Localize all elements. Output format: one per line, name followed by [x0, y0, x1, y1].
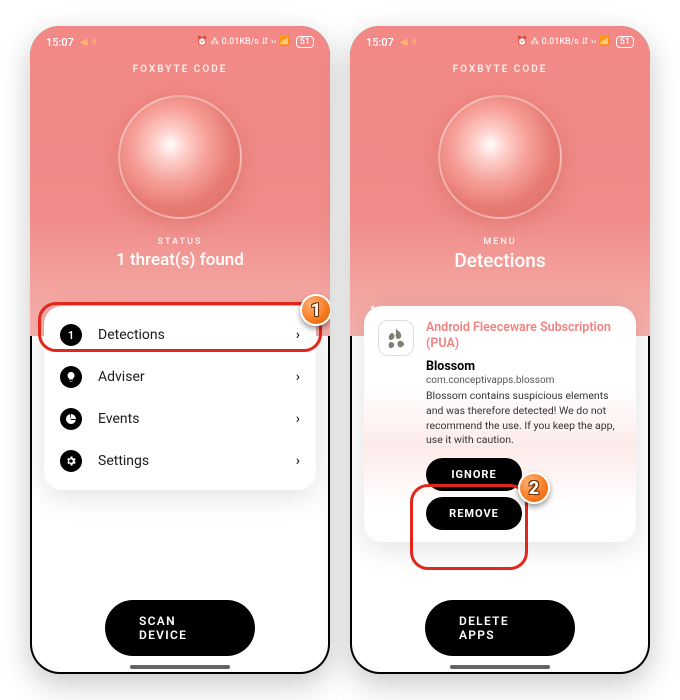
status-icons-left: ◀ ✈ — [400, 37, 419, 48]
menu-events[interactable]: Events › — [44, 398, 316, 440]
home-indicator[interactable] — [130, 665, 230, 669]
menu-item-label: Events — [98, 411, 139, 427]
menu-adviser[interactable]: Adviser › — [44, 356, 316, 398]
menu-item-label: Settings — [98, 453, 149, 469]
pie-icon — [60, 408, 82, 430]
detection-actions: IGNORE REMOVE — [426, 458, 522, 530]
menu-item-label: Detections — [98, 327, 165, 343]
bulb-icon — [60, 366, 82, 388]
threat-description: Blossom contains suspicious elements and… — [426, 389, 622, 448]
battery-icon: 51 — [616, 36, 634, 48]
app-header: 15:07 ◀ ✈ ⏰ ⁂ 0.01KB/s ⇵ ›› 📶 51 FOXBYTE… — [30, 26, 330, 336]
delete-apps-button[interactable]: DELETE APPS — [425, 600, 575, 656]
app-icon — [378, 320, 414, 356]
android-status-bar: 15:07 ◀ ✈ ⏰ ⁂ 0.01KB/s ⇵ ›› 📶 51 — [30, 26, 330, 58]
chevron-right-icon: › — [296, 327, 300, 343]
content-area: Android Fleeceware Subscription (PUA) Bl… — [350, 336, 650, 674]
android-status-bar: 15:07 ◀ ✈ ⏰ ⁂ 0.01KB/s ⇵ ›› 📶 51 — [350, 26, 650, 58]
home-indicator[interactable] — [450, 665, 550, 669]
status-heading-text: 1 threat(s) found — [30, 250, 330, 270]
status-icons-left: ◀ ✈ — [80, 37, 99, 48]
remove-button[interactable]: REMOVE — [426, 497, 522, 530]
app-header: 15:07 ◀ ✈ ⏰ ⁂ 0.01KB/s ⇵ ›› 📶 51 FOXBYTE… — [350, 26, 650, 336]
chevron-right-icon: › — [296, 411, 300, 427]
status-heading-label: STATUS — [30, 237, 330, 247]
menu-heading-title: Detections — [350, 249, 650, 272]
scan-device-button[interactable]: SCAN DEVICE — [105, 600, 255, 656]
brand-label: FOXBYTE CODE — [30, 64, 330, 75]
status-time: 15:07 — [366, 36, 394, 49]
battery-icon: 51 — [296, 36, 314, 48]
app-name: Blossom — [426, 359, 622, 374]
detections-count-badge: 1 — [60, 324, 82, 346]
status-icons-right: ⏰ ⁂ 0.01KB/s ⇵ ›› 📶 — [517, 37, 610, 47]
brand-label: FOXBYTE CODE — [350, 64, 650, 75]
threat-sphere-graphic — [118, 95, 242, 219]
threat-sphere-graphic — [438, 95, 562, 219]
app-package-id: com.conceptivapps.blossom — [426, 375, 622, 386]
menu-heading-label: MENU — [350, 237, 650, 247]
phone-screenshot-1: 15:07 ◀ ✈ ⏰ ⁂ 0.01KB/s ⇵ ›› 📶 51 FOXBYTE… — [30, 26, 330, 674]
gear-icon — [60, 450, 82, 472]
ignore-button[interactable]: IGNORE — [426, 458, 522, 491]
content-area: 1 Detections › Adviser › Events › — [30, 336, 330, 674]
detection-card: Android Fleeceware Subscription (PUA) Bl… — [364, 306, 636, 542]
menu-item-label: Adviser — [98, 369, 145, 385]
threat-classification: Android Fleeceware Subscription (PUA) — [426, 320, 622, 351]
menu-detections[interactable]: 1 Detections › — [44, 314, 316, 356]
phone-screenshot-2: 15:07 ◀ ✈ ⏰ ⁂ 0.01KB/s ⇵ ›› 📶 51 FOXBYTE… — [350, 26, 650, 674]
status-time: 15:07 — [46, 36, 74, 49]
chevron-right-icon: › — [296, 453, 300, 469]
status-icons-right: ⏰ ⁂ 0.01KB/s ⇵ ›› 📶 — [197, 37, 290, 47]
chevron-right-icon: › — [296, 369, 300, 385]
menu-settings[interactable]: Settings › — [44, 440, 316, 482]
menu-card: 1 Detections › Adviser › Events › — [44, 306, 316, 490]
